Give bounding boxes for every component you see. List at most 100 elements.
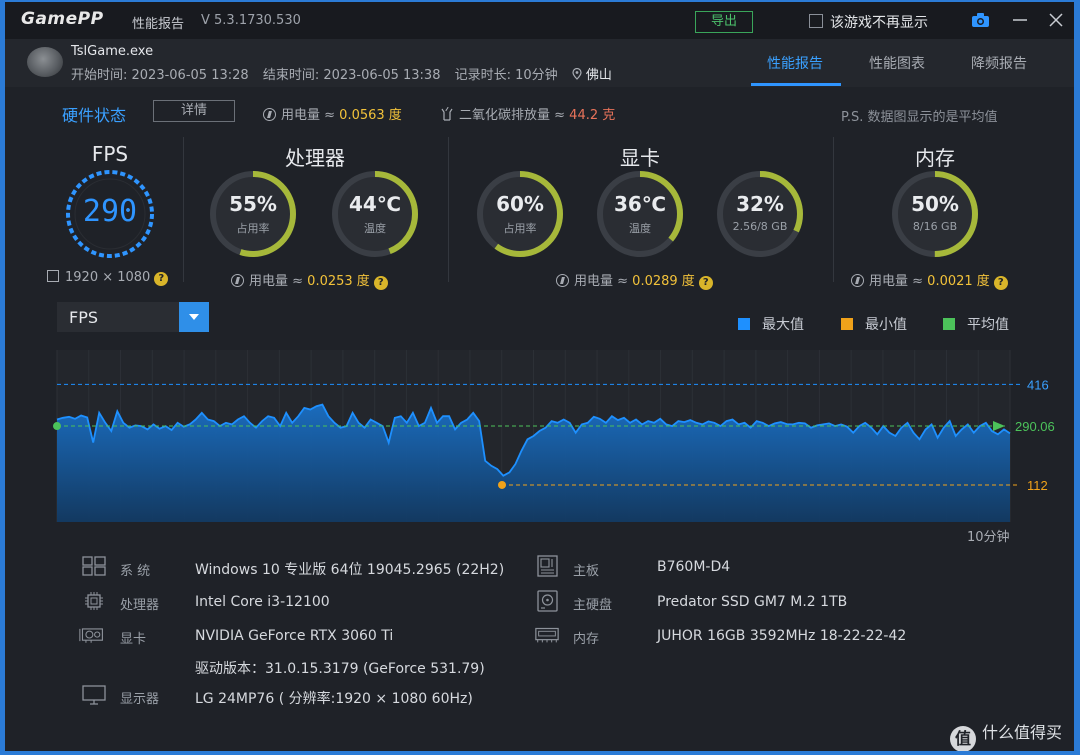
memory-title: 内存 [915,146,955,170]
cpu-usage-ring: 55% 占用率 [207,168,299,260]
resolution-info: 1920 × 1080? [47,270,169,286]
cpu-power-label: 用电量 ≈ [249,274,308,289]
watermark-badge: 值 [950,726,976,751]
divider-gpu-mem [833,137,834,282]
resolution-icon [47,270,59,282]
co2-label: 二氧化碳排放量 ≈ [459,108,570,123]
memory-usage-value: 50% [911,192,959,216]
legend-avg-label: 平均值 [967,317,1009,333]
location-name: 佛山 [585,68,612,83]
hardware-status-title: 硬件状态 [62,106,127,125]
gpu-power-label: 用电量 ≈ [574,274,633,289]
fps-title: FPS [91,142,129,166]
gpu-power-help-icon[interactable]: ? [698,276,713,290]
cpu-power-icon [231,274,244,287]
gpu-usage-label: 占用率 [503,222,537,235]
memory-power-icon [851,274,864,287]
game-avatar [27,47,63,77]
chevron-down-icon[interactable] [179,302,209,332]
detail-button[interactable]: 详情 [153,100,235,122]
max-value-label: 416 [1027,377,1049,392]
gpu-temp-value: 36℃ [613,192,667,216]
memory-power-label: 用电量 ≈ [869,274,928,289]
close-icon[interactable] [1048,12,1064,28]
gpu-card-icon [79,628,103,643]
avg-marker [53,422,61,431]
minimize-icon[interactable] [1011,12,1029,28]
gpu-power: 用电量 ≈ 0.0289 度? [556,270,713,290]
gpu-value: NVIDIA GeForce RTX 3060 Ti [195,628,394,644]
gpu-temp-ring: 36℃ 温度 [594,168,686,260]
fps-value: 290 [82,194,138,229]
session-header: TslGame.exe 开始时间: 2023-06-05 13:28 结束时间:… [5,39,1074,87]
metric-dropdown[interactable]: FPS [57,302,209,332]
fps-chart: 416 290.06 112 [53,350,1055,522]
resolution-help-icon[interactable]: ? [154,272,169,286]
gpu-vram-ring: 32% 2.56/8 GB [714,168,806,260]
active-tab-underline [751,83,841,86]
legend-min-swatch [841,318,853,330]
os-label: 系 统 [120,564,151,579]
export-button[interactable]: 导出 [695,11,753,33]
gpu-power-icon [556,274,569,287]
legend-avg-swatch [943,318,955,330]
driver-version: 驱动版本：31.0.15.3179 (GeForce 531.79) [195,661,485,677]
ram-value: JUHOR 16GB 3592MHz 18-22-22-42 [657,628,907,644]
end-time: 结束时间: 2023-06-05 13:38 [262,68,441,83]
board-value: B760M-D4 [657,559,731,575]
legend-max-swatch [738,318,750,330]
legend-max-label: 最大值 [762,317,804,333]
gpu-usage-ring: 60% 占用率 [474,168,566,260]
legend-min: 最小值 [841,314,907,334]
cpu-temp-value: 44℃ [348,192,402,216]
gpu-power-value: 0.0289 度 [632,274,695,289]
version-label: V 5.3.1730.530 [201,13,301,28]
cpu-label: 处理器 [120,598,160,613]
watermark-text: 什么值得买 [982,723,1063,742]
no-show-checkbox[interactable] [809,14,823,28]
min-value-label: 112 [1027,478,1048,493]
window-title: 性能报告 [132,17,185,32]
cpu-value: Intel Core i3-12100 [195,594,330,610]
divider-fps-cpu [183,137,184,282]
co2-emission: 二氧化碳排放量 ≈ 44.2 克 [441,104,615,123]
report-window: GamePP 性能报告 V 5.3.1730.530 导出 该游戏不再显示 Ts… [5,2,1074,751]
memory-power-help-icon[interactable]: ? [993,276,1008,290]
ram-label: 内存 [573,632,600,647]
cpu-usage-value: 55% [229,192,277,216]
resolution-value: 1920 × 1080 [65,270,151,285]
tab-performance-report[interactable]: 性能报告 [767,53,823,73]
camera-icon[interactable] [971,12,990,28]
cpu-power-value: 0.0253 度 [307,274,370,289]
location-icon [572,68,582,80]
disk-label: 主硬盘 [573,598,613,613]
gpu-vram-label: 2.56/8 GB [732,220,788,233]
cpu-power: 用电量 ≈ 0.0253 度? [231,270,388,290]
cpu-chip-icon [85,592,103,610]
fps-ring: 290 [64,168,156,260]
watermark: 值什么值得买 [950,719,1062,751]
cpu-usage-label: 占用率 [236,222,270,235]
legend-max: 最大值 [738,314,804,334]
cpu-power-help-icon[interactable]: ? [373,276,388,290]
divider-cpu-gpu [448,137,449,282]
disk-value: Predator SSD GM7 M.2 1TB [657,594,848,610]
cpu-temp-ring: 44℃ 温度 [329,168,421,260]
no-show-label[interactable]: 该游戏不再显示 [830,12,928,32]
co2-icon [441,106,453,121]
gpu-label: 显卡 [120,632,147,647]
start-time: 开始时间: 2023-06-05 13:28 [71,68,249,83]
total-power-value: 0.0563 度 [339,108,402,123]
tab-throttle-report[interactable]: 降频报告 [971,53,1027,73]
legend-avg: 平均值 [943,314,1009,334]
cpu-temp-label: 温度 [364,222,386,235]
app-logo: GamePP [21,9,104,29]
ram-icon [535,627,559,643]
record-duration: 记录时长: 10分钟 [454,68,558,83]
co2-value: 44.2 克 [569,108,616,123]
tab-performance-chart[interactable]: 性能图表 [869,53,925,73]
legend-min-label: 最小值 [865,317,907,333]
chart-duration-label: 10分钟 [967,530,1010,545]
title-bar: GamePP 性能报告 V 5.3.1730.530 导出 该游戏不再显示 [5,2,1074,39]
metric-dropdown-value: FPS [69,308,99,327]
